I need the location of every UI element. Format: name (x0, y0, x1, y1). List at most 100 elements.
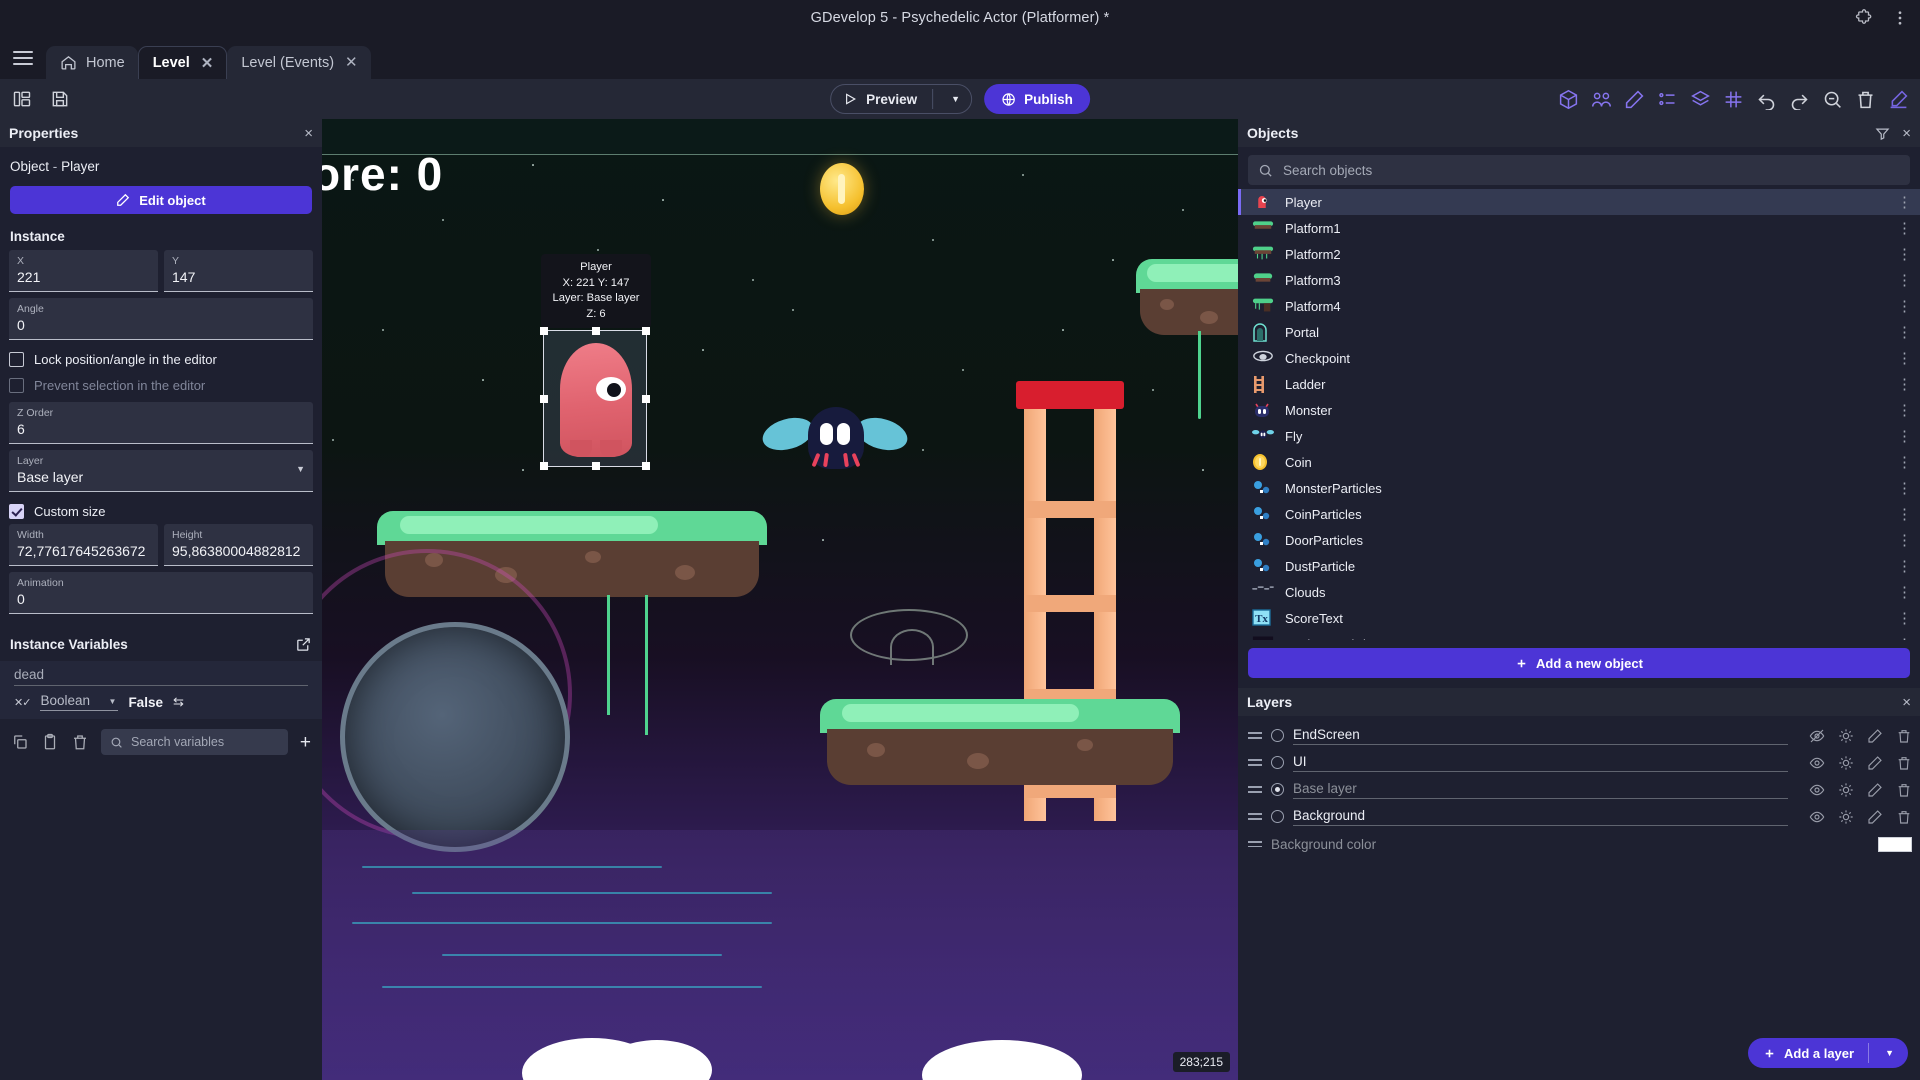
add-layer-button[interactable]: Add a layer ▼ (1747, 1038, 1908, 1068)
resize-handle-s[interactable] (592, 462, 600, 470)
search-variables-input[interactable]: Search variables (101, 729, 288, 755)
more-vertical-icon[interactable]: ⋮ (1897, 195, 1912, 210)
edit-icon[interactable] (1867, 755, 1883, 771)
lock-position-checkbox-row[interactable]: Lock position/angle in the editor (0, 346, 322, 372)
layer-select-radio[interactable] (1271, 756, 1284, 769)
trash-icon[interactable] (1896, 809, 1912, 825)
filter-icon[interactable] (1875, 126, 1890, 141)
effects-icon[interactable] (1838, 782, 1854, 798)
tab-level-events[interactable]: Level (Events) ✕ (227, 46, 371, 79)
effects-icon[interactable] (1838, 755, 1854, 771)
more-vertical-icon[interactable]: ⋮ (1897, 559, 1912, 574)
redo-icon[interactable] (1787, 87, 1811, 111)
object-list-item-doorparticles[interactable]: DoorParticles ⋮ (1238, 527, 1920, 553)
preview-button[interactable]: Preview ▼ (830, 84, 973, 114)
prevent-selection-checkbox-row[interactable]: Prevent selection in the editor (0, 372, 322, 398)
more-vertical-icon[interactable]: ⋮ (1897, 273, 1912, 288)
chevron-down-icon[interactable]: ▼ (109, 697, 117, 706)
effects-icon[interactable] (1838, 728, 1854, 744)
object-list-item-dustparticle[interactable]: DustParticle ⋮ (1238, 553, 1920, 579)
width-field[interactable]: Width 72,77617645263672 (9, 524, 158, 566)
edit-icon[interactable] (1867, 809, 1883, 825)
variable-value[interactable]: False (128, 695, 163, 710)
resize-handle-n[interactable] (592, 327, 600, 335)
delete-icon[interactable] (71, 733, 89, 751)
search-objects-input[interactable]: Search objects (1248, 155, 1910, 185)
object-list-item-platform2[interactable]: Platform2 ⋮ (1238, 241, 1920, 267)
undo-icon[interactable] (1754, 87, 1778, 111)
layer-select-radio[interactable] (1271, 810, 1284, 823)
resize-handle-sw[interactable] (540, 462, 548, 470)
drag-handle-icon[interactable] (1248, 810, 1262, 822)
close-icon[interactable]: × (1902, 695, 1911, 710)
more-vertical-icon[interactable] (1890, 8, 1910, 28)
y-field[interactable]: Y 147 (164, 250, 313, 292)
swap-icon[interactable]: ⇆ (173, 694, 184, 710)
object-3d-icon[interactable] (1556, 87, 1580, 111)
layer-row-base-layer[interactable]: Base layer (1238, 776, 1920, 803)
eye-icon[interactable] (1809, 809, 1825, 825)
edit-object-button[interactable]: Edit object (10, 186, 312, 214)
add-variable-button[interactable]: + (300, 733, 311, 752)
delete-icon[interactable] (1853, 87, 1877, 111)
trash-icon[interactable] (1896, 728, 1912, 744)
layer-row-endscreen[interactable]: EndScreen (1238, 722, 1920, 749)
trash-icon[interactable] (1896, 782, 1912, 798)
layer-name[interactable]: EndScreen (1293, 727, 1788, 745)
score-text-object[interactable]: ore: 0 (322, 147, 443, 201)
more-vertical-icon[interactable]: ⋮ (1897, 533, 1912, 548)
eye-icon[interactable] (1809, 782, 1825, 798)
more-vertical-icon[interactable]: ⋮ (1897, 481, 1912, 496)
open-editor-icon[interactable] (1886, 87, 1910, 111)
close-icon[interactable]: × (1902, 126, 1911, 141)
layers-icon[interactable] (1688, 87, 1712, 111)
tab-level[interactable]: Level ✕ (137, 46, 228, 79)
prevent-selection-checkbox[interactable] (9, 377, 24, 393)
more-vertical-icon[interactable]: ⋮ (1897, 299, 1912, 314)
chevron-down-icon[interactable]: ▼ (1877, 1048, 1902, 1058)
objects-list[interactable]: Player ⋮ Platform1 ⋮ Platform2 ⋮ Platfor… (1238, 189, 1920, 640)
resize-handle-ne[interactable] (642, 327, 650, 335)
resize-handle-e[interactable] (642, 395, 650, 403)
layers-list[interactable]: EndScreen UI Base layer Background Backg… (1238, 716, 1920, 858)
custom-size-checkbox[interactable] (9, 503, 24, 519)
object-list-item-platform3[interactable]: Platform3 ⋮ (1238, 267, 1920, 293)
more-vertical-icon[interactable]: ⋮ (1897, 455, 1912, 470)
height-field[interactable]: Height 95,86380004882812 (164, 524, 313, 566)
boolean-toggle-icon[interactable]: ✕✓ (14, 696, 31, 709)
layer-select-radio[interactable] (1271, 783, 1284, 796)
publish-button[interactable]: Publish (984, 84, 1090, 114)
angle-field[interactable]: Angle 0 (9, 298, 313, 340)
object-list-item-scoretext[interactable]: Tx ScoreText ⋮ (1238, 605, 1920, 631)
platform-object[interactable] (820, 699, 1180, 789)
layer-name[interactable]: Background (1293, 808, 1788, 826)
layer-name[interactable]: UI (1293, 754, 1788, 772)
open-in-new-icon[interactable] (295, 636, 312, 653)
close-icon[interactable]: ✕ (201, 56, 214, 71)
tab-home[interactable]: Home (46, 46, 138, 79)
more-vertical-icon[interactable]: ⋮ (1897, 507, 1912, 522)
resize-handle-w[interactable] (540, 395, 548, 403)
selected-instance-player[interactable] (540, 327, 650, 470)
object-list-item-portal[interactable]: Portal ⋮ (1238, 319, 1920, 345)
add-new-object-button[interactable]: Add a new object (1248, 648, 1910, 678)
object-list-item-fly[interactable]: Fly ⋮ (1238, 423, 1920, 449)
variable-name-field[interactable]: dead (14, 667, 308, 686)
more-vertical-icon[interactable]: ⋮ (1897, 585, 1912, 600)
object-list-item-player[interactable]: Player ⋮ (1238, 189, 1920, 215)
resize-handle-nw[interactable] (540, 327, 548, 335)
fly-object[interactable] (758, 401, 912, 493)
main-menu-button[interactable] (0, 36, 46, 79)
object-list-item-backgroundplants[interactable]: BackgroundPlants ⋮ (1238, 631, 1920, 640)
eye-icon[interactable] (1809, 755, 1825, 771)
object-list-item-ladder[interactable]: Ladder ⋮ (1238, 371, 1920, 397)
object-list-item-clouds[interactable]: Clouds ⋮ (1238, 579, 1920, 605)
more-vertical-icon[interactable]: ⋮ (1897, 351, 1912, 366)
object-list-item-platform1[interactable]: Platform1 ⋮ (1238, 215, 1920, 241)
panel-layout-icon[interactable] (11, 88, 33, 110)
object-list-item-coinparticles[interactable]: CoinParticles ⋮ (1238, 501, 1920, 527)
more-vertical-icon[interactable]: ⋮ (1897, 403, 1912, 418)
close-icon[interactable]: × (304, 126, 313, 141)
object-list-item-monster[interactable]: Monster ⋮ (1238, 397, 1920, 423)
coin-object[interactable] (820, 163, 864, 215)
